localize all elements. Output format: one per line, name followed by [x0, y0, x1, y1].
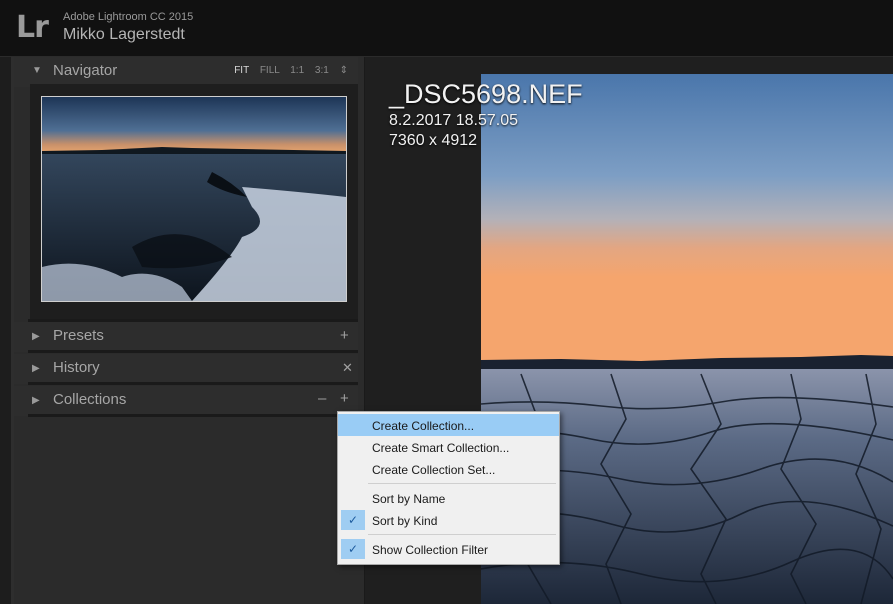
expand-triangle-icon[interactable]: ▶: [32, 395, 40, 406]
collections-context-menu: Create Collection... Create Smart Collec…: [337, 411, 560, 565]
image-dimensions: 7360 x 4912: [389, 132, 478, 149]
menu-item-create-collection-set[interactable]: Create Collection Set...: [338, 458, 559, 480]
menu-separator: [368, 534, 556, 535]
history-title: History: [53, 359, 100, 376]
app-name: Adobe Lightroom CC 2015: [63, 11, 194, 23]
presets-panel-header[interactable]: ▶ Presets +: [14, 322, 358, 352]
menu-item-sort-by-name[interactable]: Sort by Name: [338, 487, 559, 509]
navigator-thumbnail[interactable]: [41, 96, 347, 302]
expand-triangle-icon[interactable]: ▶: [32, 363, 40, 374]
panel-divider: [28, 382, 358, 385]
zoom-1-1[interactable]: 1:1: [290, 65, 304, 76]
menu-item-sort-by-kind[interactable]: ✓ Sort by Kind: [338, 509, 559, 531]
presets-title: Presets: [53, 327, 104, 344]
menu-item-create-smart-collection[interactable]: Create Smart Collection...: [338, 436, 559, 458]
image-info-overlay: _DSC5698.NEF 8.2.2017 18.57.05 7360 x 49…: [389, 79, 583, 150]
add-preset-plus-icon[interactable]: +: [340, 327, 349, 344]
menu-item-show-collection-filter[interactable]: ✓ Show Collection Filter: [338, 538, 559, 560]
checkmark-icon: ✓: [341, 539, 365, 559]
user-name: Mikko Lagerstedt: [63, 26, 185, 43]
remove-collection-minus-icon[interactable]: –: [318, 390, 326, 407]
menu-item-create-collection[interactable]: Create Collection...: [338, 414, 559, 436]
collections-title: Collections: [53, 391, 127, 408]
clear-history-close-icon[interactable]: ✕: [342, 360, 353, 376]
collapse-triangle-icon[interactable]: ▼: [32, 65, 42, 76]
navigator-thumbnail-image: [42, 97, 346, 301]
image-datetime: 8.2.2017 18.57.05: [389, 112, 519, 129]
panel-divider: [28, 350, 358, 353]
add-collection-plus-icon[interactable]: +: [340, 390, 349, 407]
menu-separator: [368, 483, 556, 484]
zoom-fill[interactable]: FILL: [260, 65, 280, 76]
zoom-fit[interactable]: FIT: [234, 65, 249, 76]
zoom-options: FIT FILL 1:1 3:1 ⇕: [226, 65, 348, 76]
zoom-stepper-icon[interactable]: ⇕: [340, 65, 348, 76]
expand-triangle-icon[interactable]: ▶: [32, 331, 40, 342]
checkmark-icon: ✓: [341, 510, 365, 530]
title-bar: Lr Adobe Lightroom CC 2015 Mikko Lagerst…: [0, 0, 893, 57]
lightroom-logo: Lr: [16, 10, 49, 45]
zoom-3-1[interactable]: 3:1: [315, 65, 329, 76]
history-panel-header[interactable]: ▶ History ✕: [14, 354, 358, 384]
navigator-title: Navigator: [53, 62, 118, 79]
navigator-panel-header[interactable]: ▼ Navigator FIT FILL 1:1 3:1 ⇕: [14, 57, 358, 87]
panel-divider: [28, 414, 358, 417]
collections-panel-header[interactable]: ▶ Collections – +: [14, 386, 358, 416]
image-filename: _DSC5698.NEF: [389, 79, 583, 109]
